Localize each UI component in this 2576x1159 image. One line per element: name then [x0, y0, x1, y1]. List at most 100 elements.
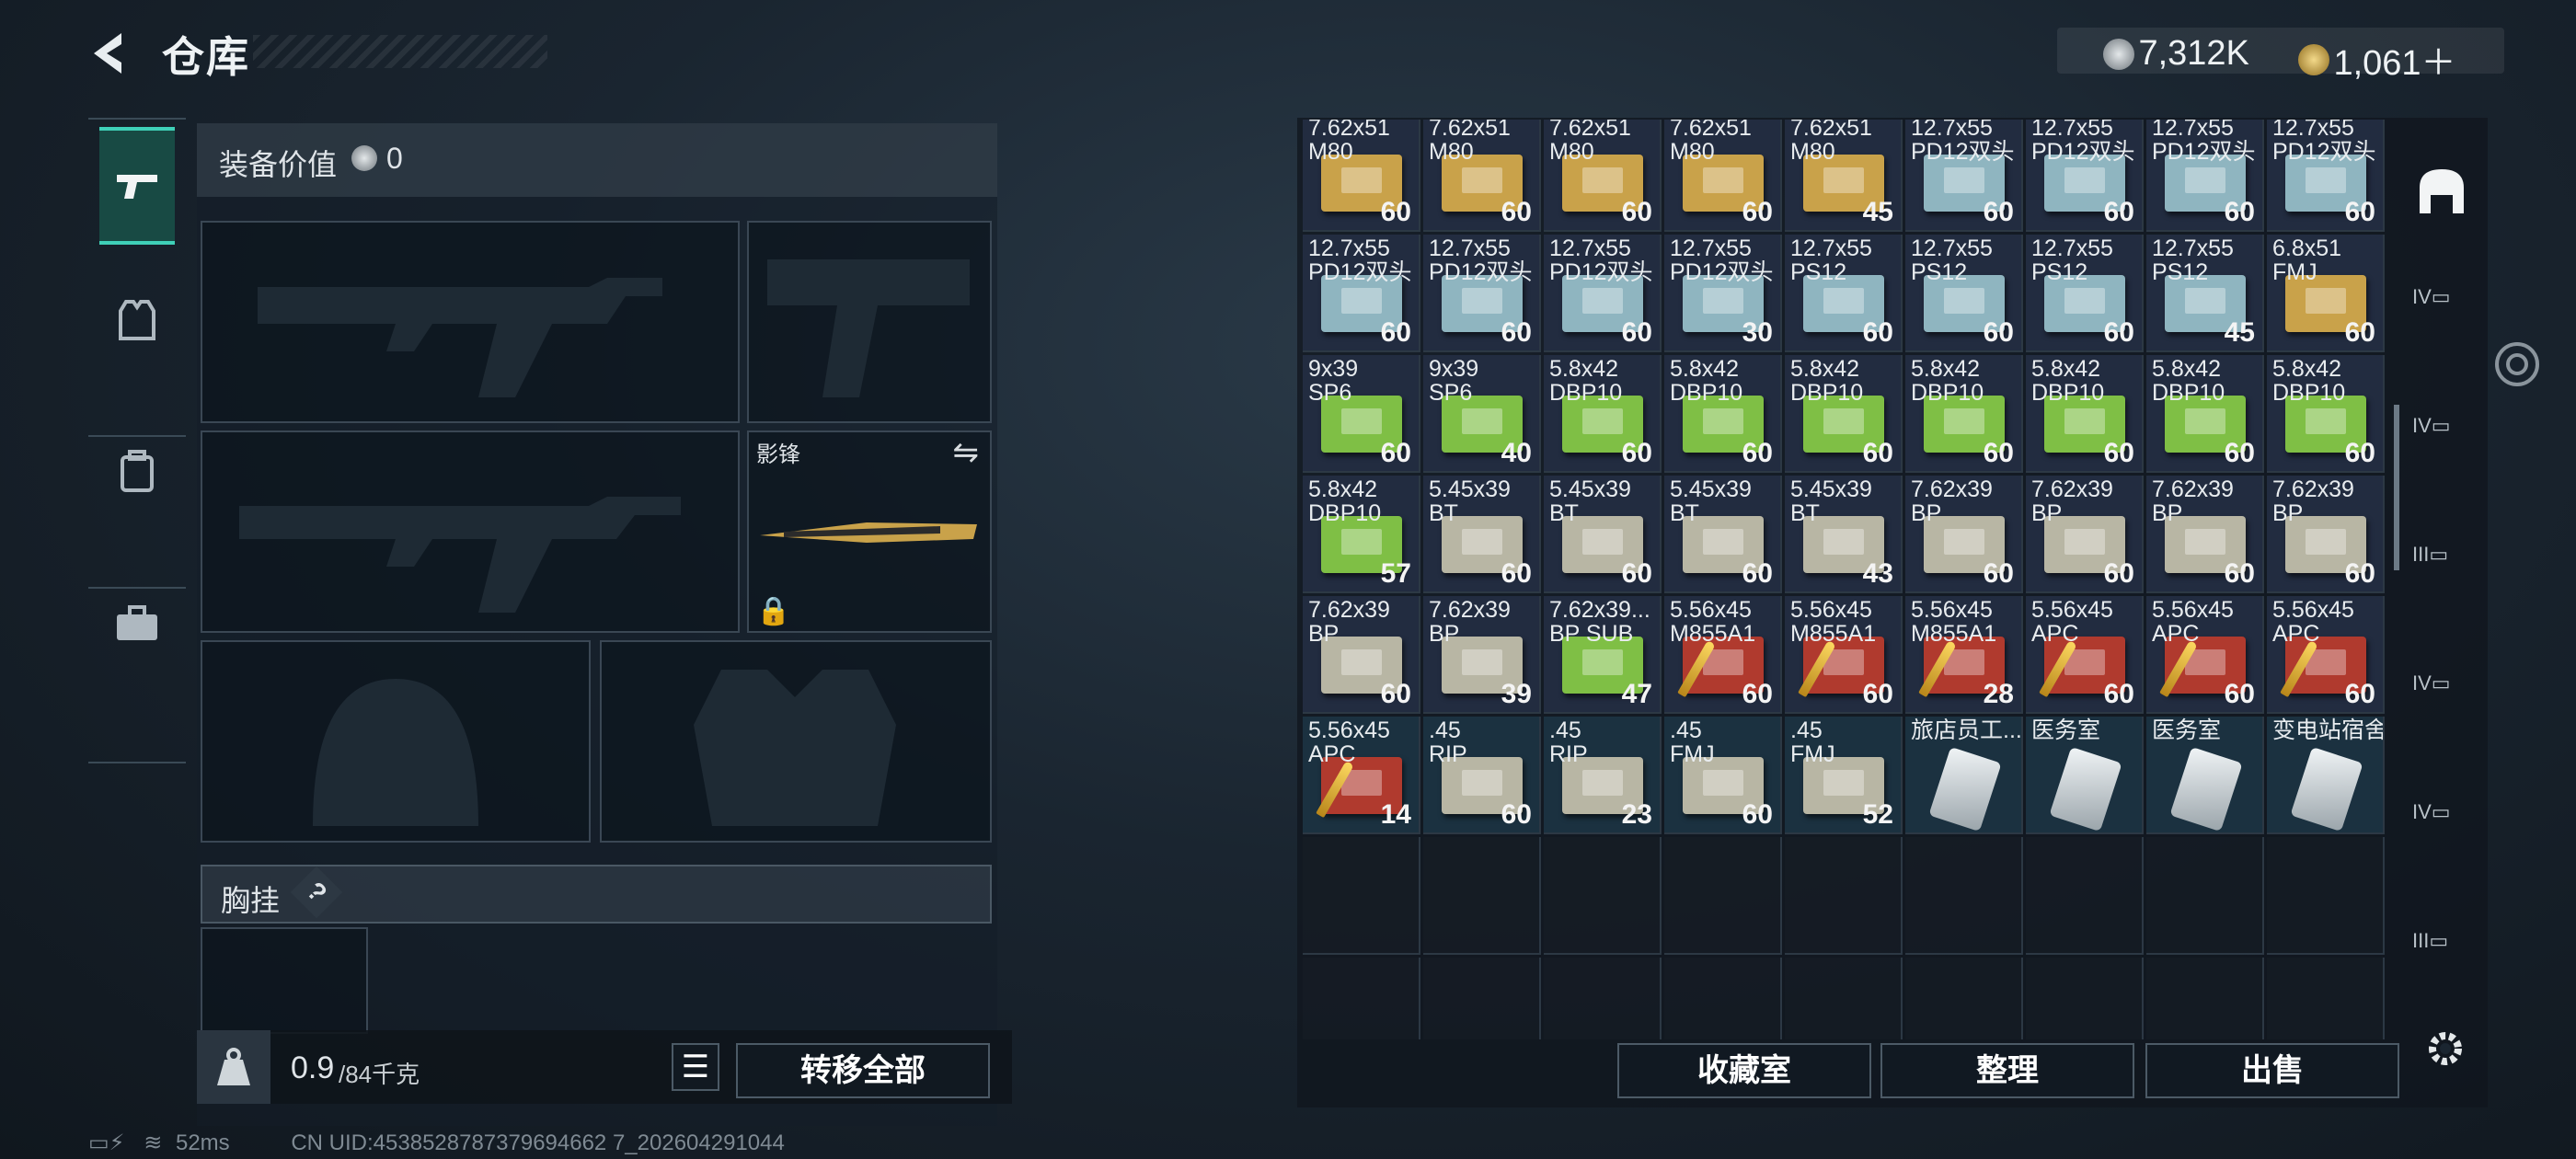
- stash-item[interactable]: 变电站宿舍: [2267, 717, 2385, 834]
- empty-slot[interactable]: [1905, 958, 2023, 1039]
- container-iv-icon[interactable]: IV▭: [2412, 414, 2471, 473]
- stash-item[interactable]: 5.8x42 DBP10 60: [1785, 355, 1903, 473]
- stash-item[interactable]: 5.8x42 DBP10 60: [1664, 355, 1782, 473]
- stash-item[interactable]: 7.62x39 BP 60: [2267, 476, 2385, 593]
- stash-item[interactable]: 5.8x42 DBP10 60: [2026, 355, 2144, 473]
- secondary-weapon-slot[interactable]: [201, 430, 740, 633]
- stash-item[interactable]: 12.7x55 PS12 60: [2026, 235, 2144, 352]
- stash-item[interactable]: 5.56x45 APC 60: [2146, 596, 2264, 714]
- empty-slot[interactable]: [1544, 837, 1662, 955]
- stash-item[interactable]: 12.7x55 PD12双头 60: [2146, 120, 2264, 232]
- stash-item[interactable]: 5.45x39 BT 60: [1664, 476, 1782, 593]
- stash-item[interactable]: 6.8x51 FMJ 60: [2267, 235, 2385, 352]
- empty-slot[interactable]: [1664, 837, 1782, 955]
- container-iv-icon[interactable]: IV▭: [2412, 800, 2471, 859]
- list-view-button[interactable]: ☰: [672, 1043, 719, 1091]
- organize-button[interactable]: 整理: [1880, 1043, 2134, 1098]
- armor-slot[interactable]: [600, 640, 992, 843]
- tab-armor[interactable]: [99, 265, 175, 375]
- stash-item[interactable]: 7.62x51 M80 45: [1785, 120, 1903, 232]
- stash-item[interactable]: 5.56x45 M855A1 60: [1785, 596, 1903, 714]
- collection-button[interactable]: 收藏室: [1617, 1043, 1871, 1098]
- stash-item[interactable]: 5.45x39 BT 43: [1785, 476, 1903, 593]
- empty-slot[interactable]: [1423, 958, 1541, 1039]
- empty-slot[interactable]: [2026, 837, 2144, 955]
- stash-item[interactable]: 7.62x39 BP 60: [2026, 476, 2144, 593]
- stash-item[interactable]: 12.7x55 PD12双头 60: [2267, 120, 2385, 232]
- stash-item[interactable]: 7.62x39 BP 60: [1905, 476, 2023, 593]
- container-iii-icon[interactable]: III▭: [2412, 929, 2471, 988]
- stash-item[interactable]: 12.7x55 PD12双头 60: [1544, 235, 1662, 352]
- pistol-slot[interactable]: [747, 221, 992, 423]
- transfer-all-button[interactable]: 转移全部: [736, 1043, 990, 1098]
- stash-item[interactable]: 12.7x55 PD12双头 60: [1423, 235, 1541, 352]
- stash-item[interactable]: 医务室: [2026, 717, 2144, 834]
- stash-item[interactable]: 5.8x42 DBP10 60: [1905, 355, 2023, 473]
- stash-item[interactable]: 7.62x39 BP 60: [1303, 596, 1420, 714]
- sell-button[interactable]: 出售: [2145, 1043, 2399, 1098]
- empty-slot[interactable]: [1785, 837, 1903, 955]
- stash-item[interactable]: 9x39 SP6 40: [1423, 355, 1541, 473]
- stash-icon[interactable]: [2412, 162, 2471, 221]
- tab-weapons[interactable]: [99, 127, 175, 245]
- stash-item[interactable]: 5.45x39 BT 60: [1423, 476, 1541, 593]
- stash-item[interactable]: .45 RIP 60: [1423, 717, 1541, 834]
- stash-item[interactable]: 7.62x39 BP 39: [1423, 596, 1541, 714]
- stash-item[interactable]: 5.45x39 BT 60: [1544, 476, 1662, 593]
- stash-item[interactable]: 医务室: [2146, 717, 2264, 834]
- melee-slot[interactable]: 影锋 ⇋ 🔒: [747, 430, 992, 633]
- stash-item[interactable]: 12.7x55 PD12双头 60: [1303, 235, 1420, 352]
- stash-item[interactable]: 5.56x45 M855A1 60: [1664, 596, 1782, 714]
- container-iv-icon[interactable]: IV▭: [2412, 285, 2471, 344]
- empty-slot[interactable]: [1544, 958, 1662, 1039]
- stash-item[interactable]: 12.7x55 PS12 45: [2146, 235, 2264, 352]
- back-arrow-icon[interactable]: [85, 28, 136, 79]
- container-iv-icon[interactable]: IV▭: [2412, 671, 2471, 730]
- stash-item[interactable]: 旅店员工...: [1905, 717, 2023, 834]
- stash-item[interactable]: 5.8x42 DBP10 60: [2146, 355, 2264, 473]
- empty-slot[interactable]: [2146, 958, 2264, 1039]
- gear-icon[interactable]: [2420, 1023, 2471, 1074]
- empty-slot[interactable]: [1303, 837, 1420, 955]
- chest-rig-slot[interactable]: [201, 927, 368, 1034]
- stash-item[interactable]: 5.8x42 DBP10 60: [2267, 355, 2385, 473]
- empty-slot[interactable]: [1303, 958, 1420, 1039]
- stash-item[interactable]: 7.62x51 M80 60: [1423, 120, 1541, 232]
- stash-item[interactable]: 7.62x51 M80 60: [1664, 120, 1782, 232]
- tab-case[interactable]: [99, 568, 175, 679]
- stash-item[interactable]: 5.56x45 APC 60: [2267, 596, 2385, 714]
- tab-backpack[interactable]: [99, 417, 175, 527]
- stash-item[interactable]: 12.7x55 PS12 60: [1905, 235, 2023, 352]
- stash-item[interactable]: 7.62x39 BP 60: [2146, 476, 2264, 593]
- stash-item[interactable]: 7.62x39... BP SUB 47: [1544, 596, 1662, 714]
- stash-item[interactable]: 5.56x45 APC 60: [2026, 596, 2144, 714]
- empty-slot[interactable]: [1664, 958, 1782, 1039]
- stash-item[interactable]: .45 RIP 23: [1544, 717, 1662, 834]
- stash-item[interactable]: 7.62x51 M80 60: [1544, 120, 1662, 232]
- stash-item[interactable]: 7.62x51 M80 60: [1303, 120, 1420, 232]
- stash-item[interactable]: 12.7x55 PD12双头 60: [2026, 120, 2144, 232]
- stash-item[interactable]: .45 FMJ 52: [1785, 717, 1903, 834]
- primary-weapon-slot[interactable]: [201, 221, 740, 423]
- stash-item[interactable]: 5.56x45 APC 14: [1303, 717, 1420, 834]
- empty-slot[interactable]: [1785, 958, 1903, 1039]
- help-icon[interactable]: ?: [290, 866, 343, 919]
- stash-item[interactable]: 12.7x55 PS12 60: [1785, 235, 1903, 352]
- stash-item[interactable]: 9x39 SP6 60: [1303, 355, 1420, 473]
- container-iii-icon[interactable]: III▭: [2412, 543, 2471, 602]
- stash-item[interactable]: 5.56x45 M855A1 28: [1905, 596, 2023, 714]
- stash-item[interactable]: 5.8x42 DBP10 60: [1544, 355, 1662, 473]
- stash-item[interactable]: 12.7x55 PD12双头 30: [1664, 235, 1782, 352]
- empty-slot[interactable]: [1423, 837, 1541, 955]
- target-icon[interactable]: [2488, 335, 2547, 394]
- empty-slot[interactable]: [2267, 958, 2385, 1039]
- empty-slot[interactable]: [1905, 837, 2023, 955]
- empty-slot[interactable]: [2146, 837, 2264, 955]
- stash-item[interactable]: 12.7x55 PD12双头 60: [1905, 120, 2023, 232]
- empty-slot[interactable]: [2267, 837, 2385, 955]
- empty-slot[interactable]: [2026, 958, 2144, 1039]
- stash-item[interactable]: 5.8x42 DBP10 57: [1303, 476, 1420, 593]
- helmet-slot[interactable]: [201, 640, 591, 843]
- stash-item[interactable]: .45 FMJ 60: [1664, 717, 1782, 834]
- swap-icon[interactable]: ⇋: [953, 434, 980, 471]
